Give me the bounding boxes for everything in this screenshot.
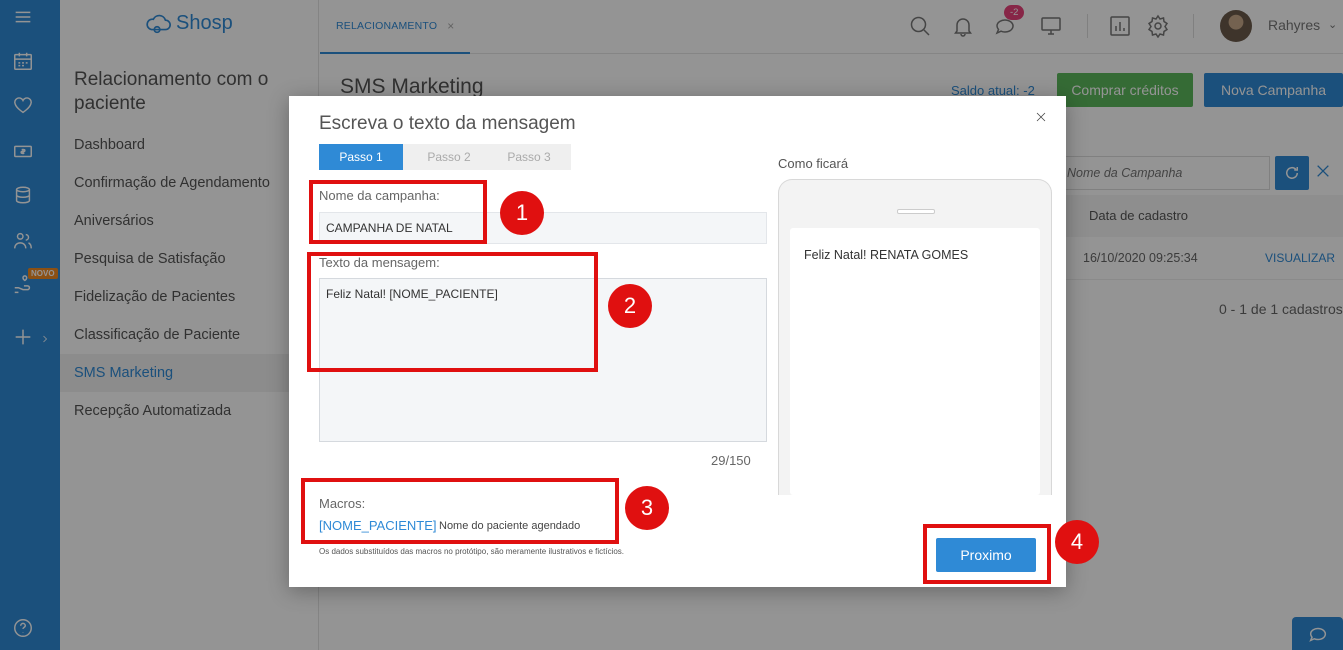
annotation-box-1 (309, 180, 487, 244)
annotation-box-2 (307, 252, 598, 372)
wizard-steps: Passo 1 Passo 2 Passo 3 (319, 144, 571, 170)
phone-speaker (897, 209, 935, 214)
phone-screen: Feliz Natal! RENATA GOMES (790, 228, 1040, 495)
macro-disclaimer: Os dados substituídos das macros no prot… (319, 547, 625, 556)
modal-close-button[interactable] (1035, 110, 1051, 126)
phone-preview: Feliz Natal! RENATA GOMES (778, 179, 1052, 495)
annotation-number-4: 4 (1055, 520, 1099, 564)
preview-message: Feliz Natal! RENATA GOMES (804, 248, 969, 262)
annotation-number-3: 3 (625, 486, 669, 530)
annotation-box-4 (923, 524, 1051, 584)
close-icon (1036, 112, 1046, 122)
modal-title: Escreva o texto da mensagem (319, 113, 576, 134)
preview-label: Como ficará (778, 156, 849, 171)
step-2[interactable]: Passo 2 (403, 144, 487, 170)
char-counter: 29/150 (711, 453, 751, 468)
annotation-number-2: 2 (608, 284, 652, 328)
annotation-number-1: 1 (500, 191, 544, 235)
step-1[interactable]: Passo 1 (319, 144, 412, 170)
step-3[interactable]: Passo 3 (487, 144, 571, 170)
annotation-box-3 (301, 478, 619, 544)
